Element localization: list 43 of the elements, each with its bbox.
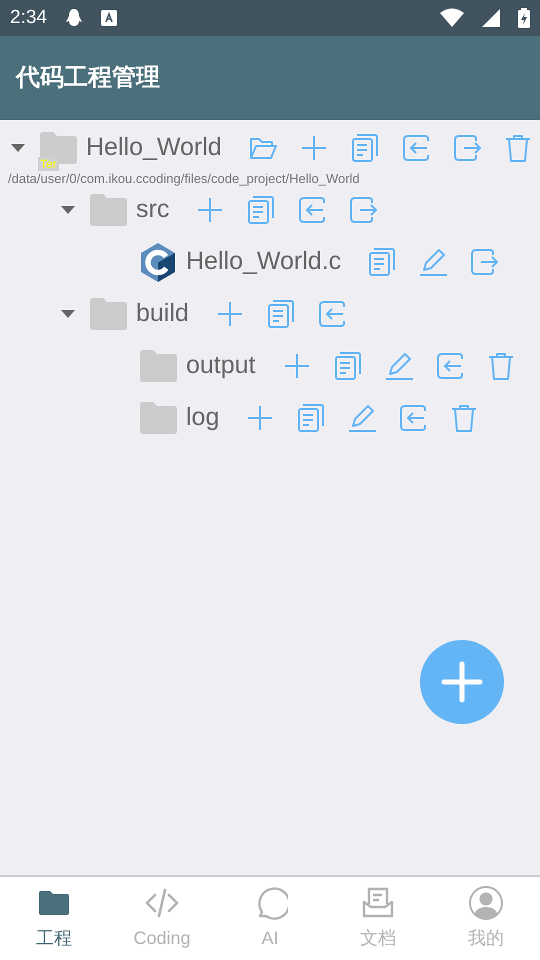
folder-name[interactable]: src	[136, 191, 170, 229]
app-title: 代码工程管理	[16, 63, 160, 93]
copy-icon[interactable]	[332, 351, 363, 381]
folder-name[interactable]: log	[186, 399, 220, 437]
folder-name[interactable]: build	[136, 295, 189, 333]
folder-icon	[88, 193, 128, 227]
import-icon[interactable]	[297, 195, 328, 225]
collapse-arrow-icon[interactable]	[58, 204, 78, 216]
export-icon[interactable]	[469, 247, 500, 277]
folder-name[interactable]: Hello_World	[86, 129, 222, 167]
nav-tab[interactable]: 工程	[0, 877, 108, 960]
collapse-arrow-icon[interactable]	[58, 308, 78, 320]
pencil-icon[interactable]	[384, 351, 414, 381]
import-icon[interactable]	[400, 133, 431, 163]
avatar-icon	[468, 885, 504, 921]
import-icon[interactable]	[434, 351, 465, 381]
import-icon[interactable]	[398, 403, 428, 433]
import-icon[interactable]	[316, 299, 347, 329]
plus-icon	[440, 660, 484, 704]
project-path: /data/user/0/com.ikou.ccoding/files/code_project/Hello_World	[7, 170, 361, 188]
folder-badge: Ter	[38, 157, 59, 171]
copy-icon[interactable]	[246, 195, 276, 225]
keyboard-icon	[100, 10, 117, 26]
folder-icon	[138, 401, 178, 435]
wifi-icon	[440, 8, 464, 28]
copy-icon[interactable]	[367, 247, 398, 277]
battery-icon	[518, 8, 530, 28]
folder-icon	[88, 297, 128, 331]
copy-icon[interactable]	[350, 133, 380, 163]
export-icon[interactable]	[452, 133, 482, 163]
pencil-icon[interactable]	[347, 403, 378, 433]
copy-icon[interactable]	[266, 299, 296, 329]
pencil-icon[interactable]	[418, 247, 448, 277]
folder-name[interactable]: output	[186, 347, 256, 385]
copy-icon[interactable]	[296, 403, 326, 433]
export-icon[interactable]	[348, 195, 378, 225]
signal-icon	[482, 9, 500, 27]
c-language-icon	[138, 242, 178, 282]
penguin-icon	[64, 8, 83, 28]
file-name[interactable]: Hello_World.c	[186, 243, 342, 281]
collapse-arrow-icon[interactable]	[8, 142, 28, 154]
folder-icon	[138, 349, 178, 383]
status-time: 2:34	[10, 6, 47, 30]
